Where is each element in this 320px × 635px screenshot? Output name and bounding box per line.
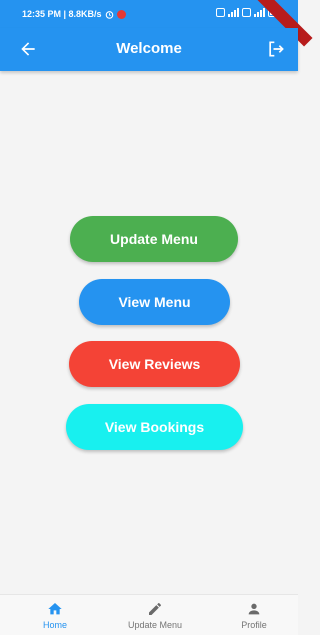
- page-title: Welcome: [116, 40, 182, 57]
- jio-icon: [116, 9, 126, 19]
- nav-item-update-menu[interactable]: Update Menu: [124, 595, 186, 635]
- update-menu-button[interactable]: Update Menu: [70, 216, 238, 262]
- app-screen: 12:35 PM | 8.8KB/s Welcome Update Menu V…: [0, 0, 313, 635]
- signal2-icon: [254, 8, 265, 17]
- pencil-icon: [149, 603, 161, 615]
- logout-icon[interactable]: [266, 39, 286, 59]
- view-reviews-button[interactable]: View Reviews: [69, 341, 240, 387]
- nav-label-home: Home: [42, 620, 67, 630]
- signal-icon: [228, 8, 239, 17]
- nav-label-update-menu: Update Menu: [127, 620, 183, 630]
- nav-item-profile[interactable]: Profile: [232, 595, 276, 635]
- home-icon: [48, 603, 62, 615]
- alarm-icon: [105, 10, 113, 19]
- nav-label-profile: Profile: [241, 620, 267, 630]
- status-left: 12:35 PM | 8.8KB/s: [22, 9, 126, 19]
- person-icon: [248, 603, 260, 615]
- sim-icon: [216, 8, 225, 17]
- view-menu-button[interactable]: View Menu: [79, 279, 230, 325]
- view-bookings-button[interactable]: View Bookings: [66, 404, 243, 450]
- bottom-navigation: Home Update Menu Profile: [0, 594, 298, 635]
- sim2-icon: [242, 8, 251, 17]
- status-bar: 12:35 PM | 8.8KB/s: [0, 0, 313, 47]
- app-bar: Welcome: [0, 28, 298, 71]
- nav-item-home[interactable]: Home: [30, 595, 80, 635]
- status-time-speed: 12:35 PM | 8.8KB/s: [22, 9, 102, 19]
